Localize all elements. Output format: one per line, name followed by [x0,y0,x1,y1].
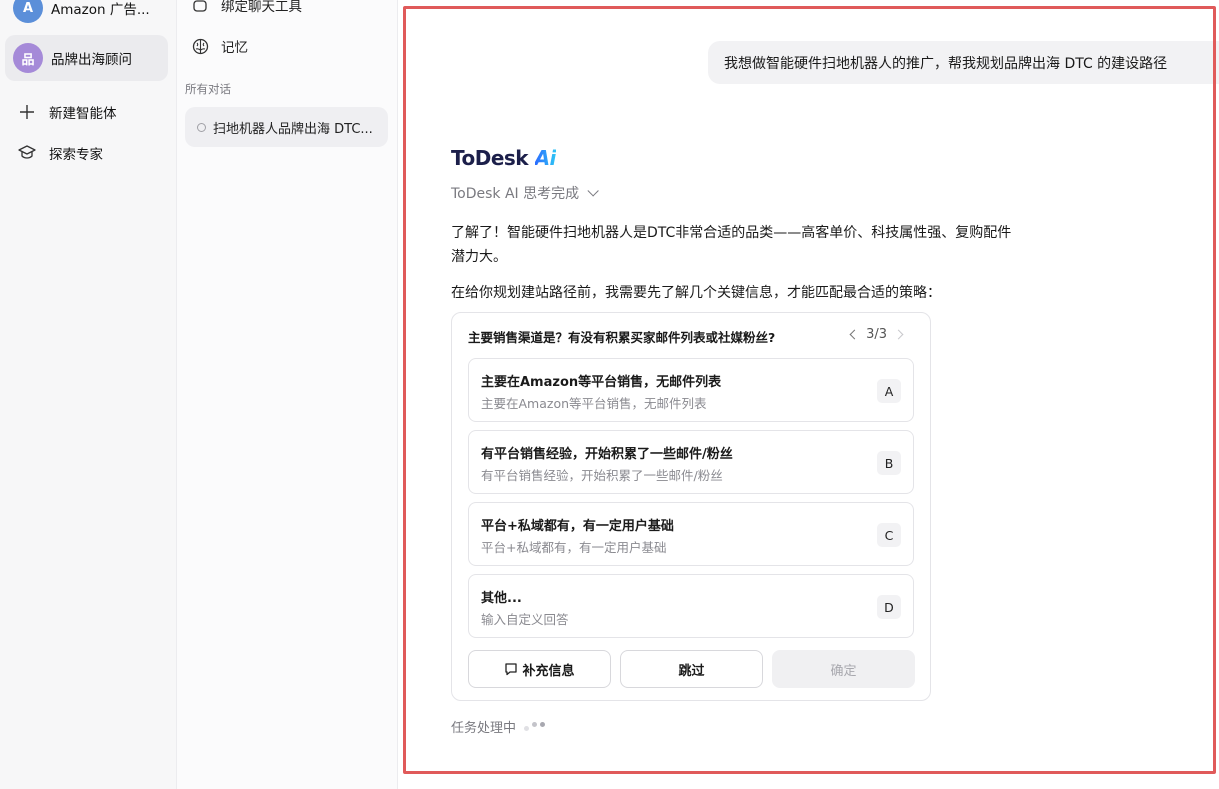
user-message: 我想做智能硬件扫地机器人的推广，帮我规划品牌出海 DTC 的建设路径 [708,41,1219,84]
skip-button[interactable]: 跳过 [620,650,763,688]
option-b[interactable]: 有平台销售经验，开始积累了一些邮件/粉丝 有平台销售经验，开始积累了一些邮件/粉… [468,430,914,494]
bind-chat-tool-button[interactable]: 绑定聊天工具 [191,0,302,15]
conversation-sidebar: 绑定聊天工具 记忆 所有对话 扫地机器人品牌出海 DTC... [177,0,398,789]
plus-icon [18,103,36,121]
bind-chat-tool-label: 绑定聊天工具 [221,0,302,15]
loading-circle-icon [197,122,206,132]
agent-avatar: 品 [13,43,43,73]
conversation-item[interactable]: 扫地机器人品牌出海 DTC... [185,107,388,147]
brain-icon [191,37,209,55]
memory-label: 记忆 [221,40,248,56]
brand-name: ToDesk [451,146,529,170]
option-title: 有平台销售经验，开始积累了一些邮件/粉丝 [481,447,733,462]
agent-avatar: A [13,0,43,23]
skip-label: 跳过 [678,663,705,679]
confirm-button[interactable]: 确定 [772,650,915,688]
thinking-status-toggle[interactable]: ToDesk AI 思考完成 [451,183,599,203]
option-a[interactable]: 主要在Amazon等平台销售，无邮件列表 主要在Amazon等平台销售，无邮件列… [468,358,914,422]
custom-answer-placeholder[interactable]: 输入自定义回答 [481,609,569,628]
agent-label: 品牌出海顾问 [51,52,132,68]
graduation-cap-icon [18,144,36,162]
task-status: 任务处理中 [451,717,548,736]
reply-line: 了解了！智能硬件扫地机器人是DTC非常合适的品类——高客单价、科技属性强、复购配… [451,225,1012,241]
memory-button[interactable]: 记忆 [191,36,248,56]
explore-experts-label: 探索专家 [49,147,103,163]
option-subtitle: 主要在Amazon等平台销售，无邮件列表 [481,396,707,411]
explore-experts-button[interactable]: 探索专家 [18,143,103,163]
option-subtitle: 平台+私域都有，有一定用户基础 [481,540,667,555]
new-agent-button[interactable]: 新建智能体 [18,102,117,122]
question-card: 主要销售渠道是？有没有积累买家邮件列表或社媒粉丝? 3/3 主要在Amazon等… [451,312,931,701]
option-key: A [877,379,901,403]
option-d-custom[interactable]: 其他... 输入自定义回答 D [468,574,914,638]
option-key: B [877,451,901,475]
agent-label: Amazon 广告... [51,2,150,18]
assistant-reply-paragraph-1: 了解了！智能硬件扫地机器人是DTC非常合适的品类——高客单价、科技属性强、复购配… [451,221,1071,269]
todesk-ai-logo: ToDesk Ai [451,146,556,170]
question-pager: 3/3 [843,327,910,342]
option-key: C [877,523,901,547]
agent-item-brand-advisor[interactable]: 品 品牌出海顾问 [5,35,168,81]
option-title: 其他... [481,591,522,606]
brand-ai: Ai [534,146,557,170]
option-c[interactable]: 平台+私域都有，有一定用户基础 平台+私域都有，有一定用户基础 C [468,502,914,566]
chevron-left-icon[interactable] [849,329,860,340]
new-agent-label: 新建智能体 [49,106,117,122]
supplement-info-label: 补充信息 [522,663,575,679]
all-conversations-heading: 所有对话 [185,82,231,96]
thinking-status-label: ToDesk AI 思考完成 [451,186,580,202]
option-title: 平台+私域都有，有一定用户基础 [481,519,674,534]
question-title: 主要销售渠道是？有没有积累买家邮件列表或社媒粉丝? [468,330,776,345]
agent-item-amazon[interactable]: A Amazon 广告... [5,0,168,31]
loading-dots-icon [524,722,548,731]
assistant-reply-paragraph-2: 在给你规划建站路径前，我需要先了解几个关键信息，才能匹配最合适的策略： [451,285,941,301]
option-key: D [877,595,901,619]
pager-count: 3/3 [866,327,887,342]
message-icon [504,662,518,676]
reply-line: 潜力大。 [451,249,507,265]
conversation-title: 扫地机器人品牌出海 DTC... [213,121,373,137]
option-subtitle: 有平台销售经验，开始积累了一些邮件/粉丝 [481,468,723,483]
task-status-label: 任务处理中 [451,721,517,736]
robot-icon [191,0,209,14]
supplement-info-button[interactable]: 补充信息 [468,650,611,688]
option-title: 主要在Amazon等平台销售，无邮件列表 [481,375,722,390]
chevron-right-icon[interactable] [893,329,904,340]
agent-sidebar: A Amazon 广告... 品 品牌出海顾问 新建智能体 探索专家 [0,0,177,789]
confirm-label: 确定 [830,663,857,679]
